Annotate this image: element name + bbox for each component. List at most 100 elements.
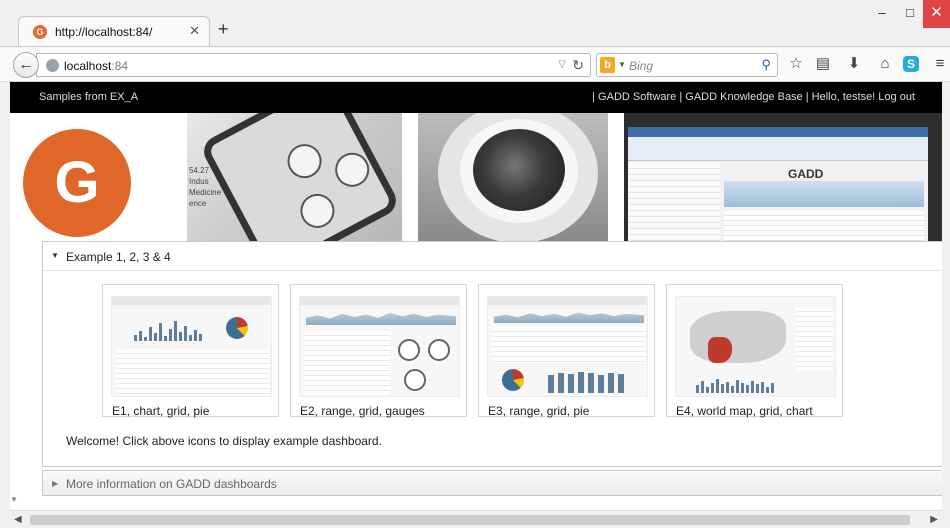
preview-pie-chart (502, 369, 524, 391)
tab-title: http://localhost:84/ (55, 25, 153, 39)
banner: G 54.27 Indus Medicine ence GADD (10, 113, 942, 241)
caret-down-icon: ▼ (51, 251, 59, 260)
screen-sidebar (628, 163, 720, 241)
examples-accordion: ▼ Example 1, 2, 3 & 4 E1, chart, grid, p… (42, 241, 942, 467)
gadd-software-link[interactable]: GADD Software (598, 91, 676, 103)
gauge-image (294, 187, 341, 234)
preview-pie-chart (226, 317, 248, 339)
example-3-thumbnail[interactable]: E3, range, grid, pie (478, 284, 655, 418)
preview-gauge (404, 369, 426, 391)
bing-icon[interactable]: b (600, 57, 615, 73)
screen-gadd-label: GADD (788, 167, 824, 181)
favicon-icon: G (33, 25, 47, 39)
preview-grid (796, 307, 833, 371)
url-history-dropdown-icon[interactable]: ▽ (558, 59, 566, 70)
preview-bar-chart (134, 319, 202, 341)
preview-range-chart (306, 313, 456, 325)
window-right-border (942, 82, 950, 528)
example-1-preview (111, 296, 272, 397)
example-1-thumbnail[interactable]: E1, chart, grid, pie (102, 284, 279, 418)
horizontal-scroll-thumb[interactable] (30, 515, 910, 525)
site-title[interactable]: Samples from EX_A (39, 91, 138, 103)
screen-chart (724, 181, 924, 207)
welcome-text: Welcome! Click above icons to display ex… (66, 434, 382, 448)
gauge-image (329, 146, 376, 193)
preview-titlebar (112, 297, 271, 305)
example-3-caption: E3, range, grid, pie (488, 404, 590, 418)
knowledge-base-link[interactable]: GADD Knowledge Base (685, 91, 802, 103)
globe-icon (46, 59, 59, 72)
phone-image (198, 113, 402, 241)
nav-separator: | (676, 91, 686, 103)
maximize-button[interactable]: □ (897, 0, 923, 28)
search-engine-dropdown-icon[interactable]: ▼ (618, 60, 626, 69)
browser-navbar: localhost:84 ▽ ↻ ← b ▼ Bing ⚲ (0, 46, 950, 82)
window-left-border (0, 82, 10, 528)
menu-icon[interactable]: ≡ (930, 54, 950, 74)
accordion-title: More information on GADD dashboards (66, 477, 277, 491)
search-icon[interactable]: ⚲ (761, 57, 771, 73)
preview-bar-chart (696, 375, 774, 393)
scroll-right-arrow-icon[interactable]: ▶ (930, 514, 938, 525)
example-4-preview (675, 296, 836, 397)
accordion-title: Example 1, 2, 3 & 4 (66, 250, 171, 264)
banner-photo-coffee (418, 113, 608, 241)
search-placeholder[interactable]: Bing (629, 59, 653, 73)
gauge-image (281, 138, 328, 185)
home-icon[interactable]: ⌂ (875, 54, 895, 74)
back-button[interactable]: ← (13, 52, 39, 78)
page-viewport: Samples from EX_A | GADD Software | GADD… (10, 82, 942, 510)
example-2-thumbnail[interactable]: E2, range, grid, gauges (290, 284, 467, 418)
download-icon[interactable]: ⬇ (844, 54, 864, 74)
preview-grid (304, 331, 390, 395)
url-text[interactable]: localhost:84 (64, 59, 128, 73)
preview-grid (492, 327, 645, 363)
tab-close-icon[interactable]: ✕ (189, 23, 200, 39)
accordion-header-more-info[interactable]: ▶ More information on GADD dashboards (42, 470, 942, 496)
site-topnav: Samples from EX_A | GADD Software | GADD… (10, 82, 942, 113)
close-window-button[interactable]: ✕ (923, 0, 950, 28)
browser-tab[interactable]: G http://localhost:84/ ✕ (18, 16, 210, 46)
example-2-preview (299, 296, 460, 397)
preview-gauge (428, 339, 450, 361)
browser-titlebar: G http://localhost:84/ ✕ + – □ ✕ (0, 0, 950, 46)
search-bar[interactable]: b ▼ Bing ⚲ (596, 53, 778, 77)
accordion-header-examples[interactable]: ▼ Example 1, 2, 3 & 4 (43, 242, 942, 271)
new-tab-button[interactable]: + (218, 20, 229, 38)
preview-titlebar (488, 297, 647, 305)
greeting: | Hello, testse! (802, 91, 879, 103)
screen-grid (724, 211, 924, 241)
user-nav: | GADD Software | GADD Knowledge Base | … (592, 91, 915, 103)
reload-icon[interactable]: ↻ (572, 57, 584, 74)
url-bar[interactable]: localhost:84 ▽ ↻ (36, 53, 591, 77)
screen-titlebar (628, 127, 928, 137)
star-icon[interactable]: ☆ (786, 54, 806, 74)
preview-map-highlight (708, 337, 732, 363)
url-port: :84 (111, 59, 129, 73)
example-4-caption: E4, world map, grid, chart (676, 404, 813, 418)
preview-world-map (690, 311, 786, 363)
example-3-preview (487, 296, 648, 397)
preview-titlebar (300, 297, 459, 305)
screen-ribbon (628, 137, 928, 161)
example-1-caption: E1, chart, grid, pie (112, 404, 210, 418)
minimize-button[interactable]: – (867, 0, 897, 28)
example-2-caption: E2, range, grid, gauges (300, 404, 425, 418)
scroll-left-arrow-icon[interactable]: ◀ (14, 514, 22, 525)
skype-icon[interactable]: S (903, 56, 919, 72)
logout-link[interactable]: Log out (878, 91, 915, 103)
dashboard-screenshot: GADD (628, 127, 928, 241)
preview-grid (116, 349, 269, 395)
caret-right-icon: ▶ (52, 479, 59, 488)
example-4-thumbnail[interactable]: E4, world map, grid, chart (666, 284, 843, 418)
banner-photo-phone: 54.27 Indus Medicine ence (187, 113, 402, 241)
reading-list-icon[interactable]: ▤ (813, 54, 833, 74)
back-arrow-icon: ← (18, 56, 34, 73)
url-host: localhost (64, 59, 112, 73)
preview-bar-chart (548, 371, 624, 393)
preview-range-chart (494, 312, 644, 323)
preview-gauge (398, 339, 420, 361)
horizontal-scrollbar[interactable]: ◀ ▶ (10, 510, 942, 528)
banner-photo-screen: GADD (624, 113, 942, 241)
scroll-down-arrow-icon[interactable]: ▼ (10, 495, 20, 505)
